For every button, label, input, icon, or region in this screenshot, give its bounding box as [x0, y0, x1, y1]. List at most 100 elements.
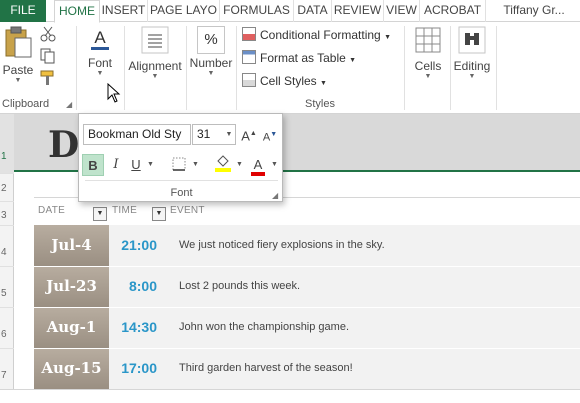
ribbon-home: Paste ▼ Clipboard ◢ A Font ▼ Alignment ▼… [0, 22, 580, 114]
underline-dropdown[interactable]: ▼ [147, 154, 154, 176]
percent-icon: % [197, 26, 225, 54]
cells-button[interactable]: Cells ▼ [408, 26, 448, 81]
editing-label: Editing [453, 59, 491, 73]
format-as-table-button[interactable]: Format as Table ▼ [242, 48, 356, 68]
divider [404, 26, 405, 110]
conditional-formatting-icon [242, 27, 256, 41]
alignment-icon [141, 26, 169, 54]
cell-styles-button[interactable]: Cell Styles ▼ [242, 71, 327, 91]
number-button[interactable]: % Number ▼ [188, 26, 234, 78]
bold-button[interactable]: B [82, 154, 104, 176]
table-row[interactable]: Jul-4 21:00 We just noticed fiery explos… [34, 225, 580, 266]
row-header-1[interactable]: 1 [0, 114, 14, 174]
table-row[interactable]: Aug-15 17:00 Third garden harvest of the… [34, 348, 580, 389]
tab-formulas[interactable]: FORMULAS [220, 0, 294, 22]
underline-button[interactable]: U [128, 154, 144, 176]
cells-icon [415, 27, 441, 53]
chevron-down-icon[interactable]: ▼ [223, 125, 235, 144]
event-cell[interactable]: John won the championship game. [179, 307, 349, 348]
row-header-7[interactable]: 7 [0, 349, 14, 390]
font-group-label: Font [170, 187, 193, 199]
date-cell[interactable]: Jul-4 [34, 225, 109, 266]
font-color-dropdown[interactable]: ▼ [271, 154, 278, 176]
paint-bucket-icon [215, 155, 231, 172]
event-cell[interactable]: We just noticed fiery explosions in the … [179, 225, 385, 266]
row-header-6[interactable]: 6 [0, 308, 14, 349]
divider [236, 26, 237, 110]
date-cell[interactable]: Aug-1 [34, 307, 109, 348]
event-cell[interactable]: Third garden harvest of the season! [179, 348, 353, 389]
divider [186, 26, 187, 110]
tab-insert[interactable]: INSERT [100, 0, 148, 22]
date-cell[interactable]: Jul-23 [34, 266, 109, 307]
format-painter-icon[interactable] [40, 70, 58, 86]
time-cell[interactable]: 8:00 [109, 266, 157, 307]
grow-font-button[interactable]: A▲ [241, 124, 257, 144]
divider [34, 348, 580, 349]
font-icon: A [86, 26, 114, 54]
table-row[interactable]: Aug-1 14:30 John won the championship ga… [34, 307, 580, 348]
user-account[interactable]: Tiffany Gr... [488, 0, 580, 22]
tab-acrobat[interactable]: ACROBAT [420, 0, 486, 22]
conditional-formatting-button[interactable]: Conditional Formatting ▼ [242, 25, 391, 45]
date-header[interactable]: DATE [38, 205, 65, 216]
cut-icon[interactable] [40, 26, 56, 42]
alignment-button[interactable]: Alignment ▼ [126, 26, 184, 81]
event-header[interactable]: EVENT [170, 205, 205, 216]
fill-color-button[interactable] [212, 154, 234, 176]
divider [34, 266, 580, 267]
alignment-caret: ▼ [151, 73, 159, 80]
number-caret: ▼ [207, 70, 215, 77]
font-size-combo[interactable]: 31 ▼ [192, 124, 236, 145]
sheet-bottom-edge [0, 389, 580, 400]
editing-caret: ▼ [468, 73, 476, 80]
sheet-title[interactable]: D [48, 124, 79, 166]
tab-page-layout[interactable]: PAGE LAYO [148, 0, 220, 22]
tab-home[interactable]: HOME [54, 0, 100, 23]
divider [34, 307, 580, 308]
event-cell[interactable]: Lost 2 pounds this week. [179, 266, 300, 307]
binoculars-icon [458, 26, 486, 54]
borders-button[interactable] [169, 154, 189, 176]
time-cell[interactable]: 17:00 [109, 348, 157, 389]
paste-caret: ▼ [14, 77, 22, 84]
format-as-table-icon [242, 50, 256, 64]
time-cell[interactable]: 14:30 [109, 307, 157, 348]
row-header-5[interactable]: 5 [0, 267, 14, 308]
date-filter-button[interactable]: ▼ [93, 207, 107, 221]
font-dialog-launcher-icon[interactable]: ◢ [272, 191, 278, 200]
clipboard-launcher-icon[interactable]: ◢ [66, 100, 72, 109]
date-cell[interactable]: Aug-15 [34, 348, 109, 389]
tab-review[interactable]: REVIEW [332, 0, 384, 22]
font-name-combo[interactable]: Bookman Old Sty [83, 124, 191, 145]
borders-dropdown[interactable]: ▼ [192, 154, 199, 176]
shrink-font-button[interactable]: A▼ [262, 124, 278, 144]
clipboard-group-label: Clipboard [2, 98, 50, 110]
tab-file[interactable]: FILE [0, 0, 46, 22]
ribbon-tab-bar: FILE HOME INSERT PAGE LAYO FORMULAS DATA… [0, 0, 580, 23]
fill-color-dropdown[interactable]: ▼ [236, 154, 243, 176]
caret-icon: ▼ [349, 57, 357, 64]
row-header-3[interactable]: 3 [0, 202, 14, 226]
cells-label: Cells [414, 59, 442, 73]
tab-data[interactable]: DATA [294, 0, 332, 22]
divider [124, 26, 125, 110]
row-header-2[interactable]: 2 [0, 174, 14, 202]
copy-icon[interactable] [40, 48, 56, 64]
time-filter-button[interactable]: ▼ [152, 207, 166, 221]
time-header[interactable]: TIME [112, 205, 137, 216]
paste-button[interactable]: Paste ▼ [2, 26, 34, 85]
time-cell[interactable]: 21:00 [109, 225, 157, 266]
borders-icon [172, 157, 186, 171]
paste-icon [5, 26, 32, 58]
font-button[interactable]: A Font ▼ [82, 26, 118, 78]
font-color-button[interactable]: A [247, 154, 269, 176]
editing-button[interactable]: Editing ▼ [452, 26, 492, 81]
italic-button[interactable]: I [106, 154, 126, 176]
tab-view[interactable]: VIEW [384, 0, 420, 22]
table-row[interactable]: Jul-23 8:00 Lost 2 pounds this week. [34, 266, 580, 307]
conditional-formatting-label: Conditional Formatting [260, 28, 381, 42]
font-caret: ▼ [96, 70, 104, 77]
row-header-4[interactable]: 4 [0, 226, 14, 267]
row-headers: 1 2 3 4 5 6 7 [0, 114, 14, 400]
